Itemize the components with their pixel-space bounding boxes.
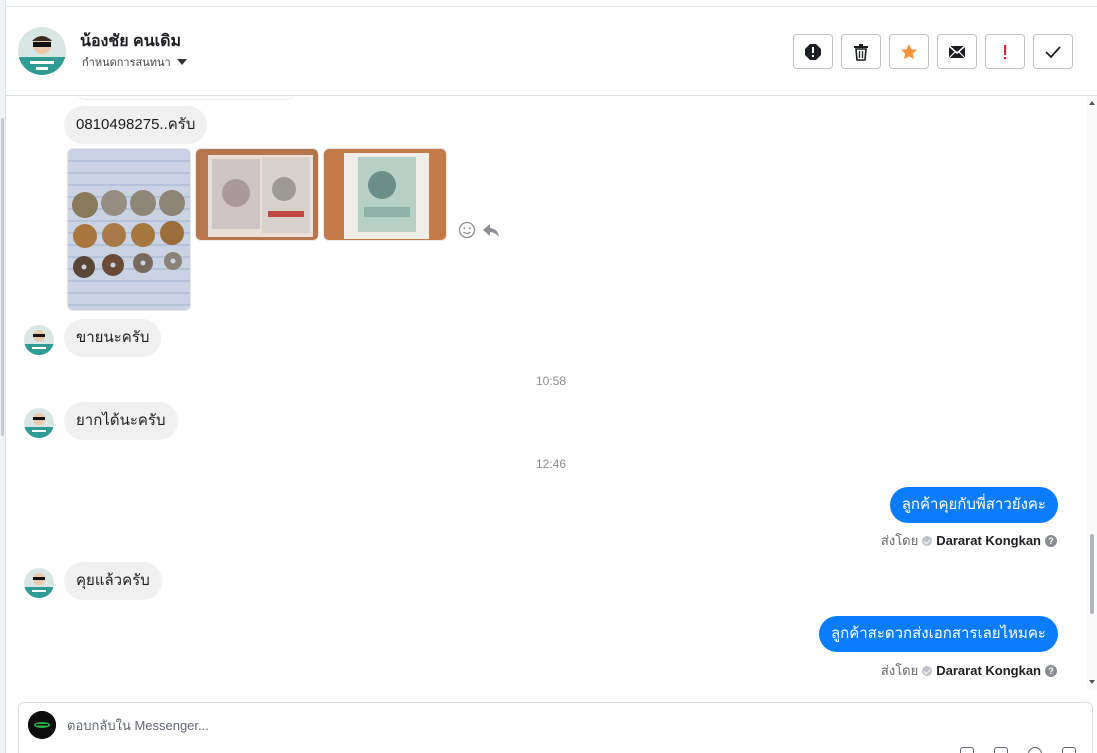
- timestamp: 12:46: [535, 457, 567, 471]
- sender-name: Dararat Kongkan: [936, 533, 1041, 548]
- done-icon: [1045, 45, 1061, 58]
- mark-unread-button[interactable]: [937, 34, 977, 69]
- sent-check-icon: [922, 535, 933, 546]
- help-icon[interactable]: ?: [1045, 664, 1057, 677]
- message-tools: [458, 221, 500, 239]
- sent-by-line: ส่งโดย Dararat Kongkan ?: [881, 530, 1057, 551]
- conversation-header: น้องชัย คนเดิม กำหนดการสนทนา: [6, 7, 1097, 96]
- like-icon[interactable]: [1062, 747, 1076, 753]
- sent-by-label: ส่งโดย: [880, 533, 919, 548]
- caret-down-icon: [176, 59, 187, 65]
- composer-tools: [960, 747, 1076, 753]
- assign-label: กำหนดการสนทนา: [82, 57, 171, 69]
- reply-icon[interactable]: [482, 221, 500, 239]
- timestamp: 10:58: [535, 374, 567, 388]
- sent-check-icon: [922, 665, 933, 676]
- thread-scrollbar[interactable]: [1087, 96, 1097, 690]
- header-actions: [793, 34, 1073, 69]
- page-avatar: [28, 711, 56, 739]
- incoming-message[interactable]: ยากได้นะครับ: [64, 402, 178, 440]
- mark-spam-button[interactable]: [793, 34, 833, 69]
- star-button[interactable]: [889, 34, 929, 69]
- scroll-down-icon[interactable]: [1089, 680, 1095, 684]
- outgoing-message[interactable]: ลูกค้าสะดวกส่งเอกสารเลยไหมคะ: [818, 616, 1058, 652]
- smiley-icon[interactable]: [458, 221, 476, 239]
- mark-done-button[interactable]: [1033, 34, 1073, 69]
- top-divider: [6, 0, 1097, 7]
- coins-photo[interactable]: [67, 148, 191, 311]
- delete-button[interactable]: [841, 34, 881, 69]
- help-icon[interactable]: ?: [1045, 534, 1057, 547]
- saved-reply-icon[interactable]: [994, 747, 1008, 753]
- reply-input[interactable]: [67, 713, 867, 737]
- outgoing-message[interactable]: ลูกค้าคุยกับพี่สาวยังคะ: [889, 487, 1058, 523]
- contact-avatar-small[interactable]: [24, 568, 54, 598]
- follow-up-button[interactable]: [985, 34, 1025, 69]
- spam-icon: [805, 43, 821, 60]
- contact-avatar-small[interactable]: [24, 325, 54, 355]
- incoming-message[interactable]: คุยแล้วครับ: [64, 562, 162, 600]
- left-scrollbar[interactable]: [1, 118, 4, 436]
- banknote-photo[interactable]: [323, 148, 447, 241]
- reply-composer: [18, 702, 1093, 753]
- contact-name: น้องชัย คนเดิม: [80, 33, 182, 50]
- sent-by-line: ส่งโดย Dararat Kongkan ?: [881, 660, 1057, 681]
- contact-avatar-small[interactable]: [24, 408, 54, 438]
- message-thread[interactable]: 0810498275..ครับ ขายนะครับ 10:58 ยากได้น…: [6, 96, 1087, 690]
- sender-name: Dararat Kongkan: [936, 663, 1041, 678]
- sent-by-label: ส่งโดย: [880, 663, 919, 678]
- previous-bubble-edge: [76, 96, 296, 100]
- follow-up-icon: [1004, 44, 1007, 59]
- attachment-icon[interactable]: [960, 747, 974, 753]
- scrollbar-thumb[interactable]: [1090, 534, 1094, 614]
- assign-conversation-dropdown[interactable]: กำหนดการสนทนา: [82, 53, 187, 71]
- incoming-message[interactable]: 0810498275..ครับ: [64, 106, 208, 144]
- mail-icon: [948, 44, 966, 58]
- trash-icon: [854, 43, 868, 61]
- scroll-up-icon[interactable]: [1089, 101, 1095, 105]
- contact-avatar[interactable]: [18, 27, 66, 75]
- star-icon: [901, 43, 917, 59]
- emoji-icon[interactable]: [1028, 747, 1042, 753]
- incoming-message[interactable]: ขายนะครับ: [64, 319, 162, 357]
- banknote-photo[interactable]: [195, 148, 319, 241]
